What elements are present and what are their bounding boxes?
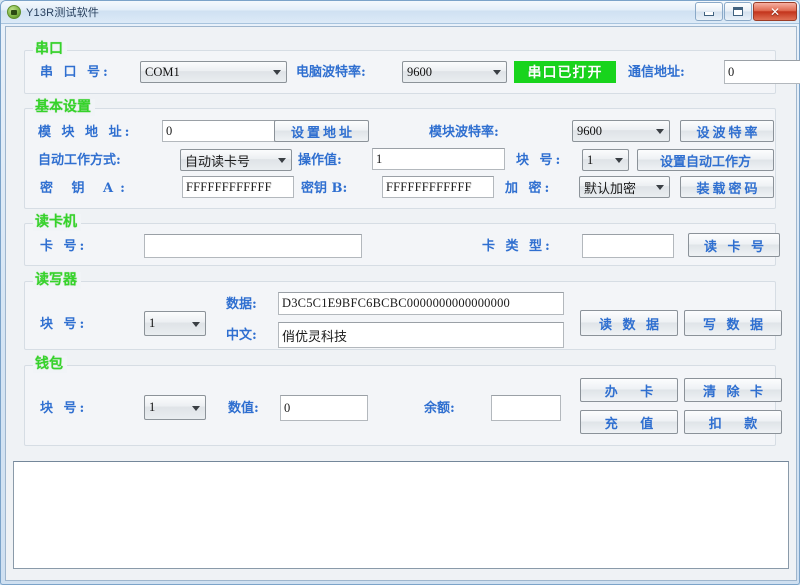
window-title: Y13R测试软件: [26, 7, 100, 19]
key-a-label: 密 钥 A:: [40, 181, 132, 196]
chevron-down-icon: [192, 405, 200, 411]
port-label: 串 口 号:: [40, 65, 111, 80]
block-number-select-rw[interactable]: 1: [144, 311, 206, 336]
pc-baud-select[interactable]: 9600: [402, 61, 507, 83]
key-b-input[interactable]: FFFFFFFFFFFF: [382, 176, 494, 198]
module-address-label: 模 块 地 址:: [38, 125, 133, 140]
window-controls: ✕: [694, 2, 797, 22]
block-number-label-wallet: 块 号:: [40, 401, 88, 416]
chevron-down-icon: [493, 70, 501, 75]
set-address-button[interactable]: 设置地址: [274, 120, 369, 142]
minimize-button[interactable]: [695, 2, 723, 21]
module-address-input[interactable]: 0: [162, 120, 290, 142]
read-card-number-button[interactable]: 读 卡 号: [688, 233, 780, 257]
op-value-input[interactable]: 1: [372, 148, 505, 170]
close-button[interactable]: ✕: [753, 2, 797, 21]
serial-status-badge: 串口已打开: [514, 61, 616, 83]
minimize-icon: [704, 12, 714, 16]
wallet-group-title: 钱包: [33, 356, 67, 373]
card-type-input[interactable]: [582, 234, 674, 258]
comm-address-label: 通信地址:: [628, 65, 685, 80]
chevron-down-icon: [278, 158, 286, 163]
key-b-label: 密钥 B:: [301, 181, 348, 196]
block-number-select-wallet[interactable]: 1: [144, 395, 206, 420]
port-select[interactable]: COM1: [140, 61, 287, 83]
encrypt-label: 加 密:: [505, 181, 553, 196]
data-label: 数据:: [226, 297, 257, 312]
auto-mode-select-value: 自动读卡号: [185, 154, 251, 170]
reader-writer-group: 读写器 块 号: 1 数据: D3C5C1E9BFC6BCBC000000000…: [24, 272, 782, 350]
port-select-value: COM1: [145, 64, 180, 79]
write-data-button[interactable]: 写 数 据: [684, 310, 782, 336]
title-bar[interactable]: Y13R测试软件 ✕: [1, 1, 799, 24]
chevron-down-icon: [192, 321, 200, 327]
client-area: 串口 串 口 号: COM1 电脑波特率: 9600 串口已打开 通信地址: 0: [5, 26, 800, 581]
load-password-button[interactable]: 装载密码: [680, 176, 774, 198]
block-number-label-basic: 块 号:: [516, 153, 564, 168]
set-auto-mode-button[interactable]: 设置自动工作方: [637, 149, 774, 171]
read-data-button[interactable]: 读 数 据: [580, 310, 678, 336]
card-reader-group: 读卡机 卡 号: 卡 类 型: 读 卡 号: [24, 214, 780, 266]
block-number-select-wallet-value: 1: [149, 400, 156, 414]
chevron-down-icon: [656, 129, 664, 134]
issue-card-button[interactable]: 办 卡: [580, 378, 678, 402]
card-type-label: 卡 类 型:: [482, 239, 553, 254]
recharge-button[interactable]: 充 值: [580, 410, 678, 434]
card-number-input[interactable]: [144, 234, 362, 258]
comm-address-input[interactable]: 0: [724, 60, 800, 84]
app-icon: [7, 5, 21, 19]
encrypt-select-value: 默认加密: [584, 181, 637, 197]
clear-card-button[interactable]: 清 除 卡: [684, 378, 782, 402]
chevron-down-icon: [273, 70, 281, 75]
chinese-label: 中文:: [226, 328, 257, 343]
maximize-button[interactable]: [724, 2, 752, 21]
pc-baud-select-value: 9600: [407, 64, 432, 79]
maximize-icon: [733, 7, 743, 16]
key-a-input[interactable]: FFFFFFFFFFFF: [182, 176, 294, 198]
module-baud-label: 模块波特率:: [429, 125, 499, 140]
block-number-label-rw: 块 号:: [40, 317, 88, 332]
encrypt-select[interactable]: 默认加密: [579, 176, 670, 198]
basic-settings-group-title: 基本设置: [33, 99, 95, 116]
card-number-label: 卡 号:: [40, 239, 88, 254]
block-number-select-basic-value: 1: [587, 152, 594, 167]
data-input[interactable]: D3C5C1E9BFC6BCBC0000000000000000: [278, 292, 564, 315]
serial-port-group: 串口 串 口 号: COM1 电脑波特率: 9600 串口已打开 通信地址: 0: [24, 41, 800, 94]
block-number-select-basic[interactable]: 1: [582, 149, 629, 171]
log-textarea[interactable]: [13, 461, 789, 569]
card-reader-group-title: 读卡机: [33, 214, 81, 231]
auto-mode-label: 自动工作方式:: [38, 153, 121, 168]
chevron-down-icon: [656, 185, 664, 190]
amount-input[interactable]: 0: [280, 395, 368, 421]
balance-input[interactable]: [491, 395, 561, 421]
chevron-down-icon: [615, 158, 623, 163]
module-baud-select-value: 9600: [577, 123, 602, 138]
deduct-button[interactable]: 扣 款: [684, 410, 782, 434]
module-baud-select[interactable]: 9600: [572, 120, 670, 142]
application-window: Y13R测试软件 ✕ 串口 串 口 号: COM1 电脑波特率: 9600 串口…: [0, 0, 800, 585]
window-frame: Y13R测试软件 ✕ 串口 串 口 号: COM1 电脑波特率: 9600 串口…: [0, 0, 800, 585]
set-baud-button[interactable]: 设波特率: [680, 120, 774, 142]
reader-writer-group-title: 读写器: [33, 272, 81, 289]
pc-baud-label: 电脑波特率:: [296, 65, 366, 80]
amount-label: 数值:: [228, 401, 259, 416]
balance-label: 余额:: [424, 401, 455, 416]
block-number-select-rw-value: 1: [149, 316, 156, 330]
basic-settings-group: 基本设置 模 块 地 址: 0 设置地址 模块波特率: 9600 设波特率 自动…: [24, 99, 776, 209]
auto-mode-select[interactable]: 自动读卡号: [180, 149, 292, 171]
wallet-group: 钱包 块 号: 1 数值: 0 余额: 办 卡 清 除 卡 充 值 扣 款: [24, 356, 782, 446]
chinese-input[interactable]: 俏优灵科技: [278, 322, 564, 348]
serial-port-group-title: 串口: [33, 41, 67, 58]
op-value-label: 操作值:: [298, 153, 342, 168]
